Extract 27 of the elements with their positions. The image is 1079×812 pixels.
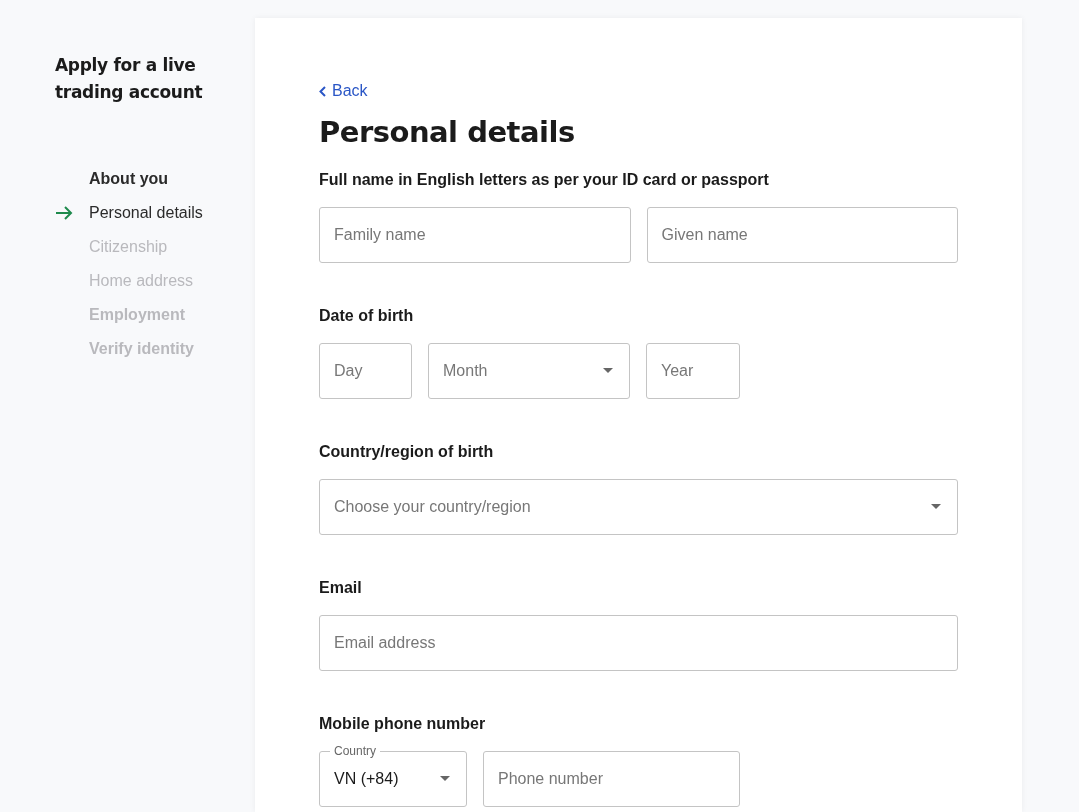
- chevron-left-icon: [319, 85, 326, 97]
- step-label: Citizenship: [89, 238, 168, 256]
- select-field[interactable]: Choose your country/region: [319, 478, 958, 535]
- field-label: Date of birth: [319, 306, 415, 325]
- step-label: Verify identity: [89, 340, 194, 358]
- input-field[interactable]: Family name: [319, 206, 631, 263]
- step-label: About you: [89, 170, 169, 188]
- step-label: Home address: [89, 272, 194, 290]
- input-field[interactable]: Email address: [319, 614, 958, 671]
- input-field[interactable]: Phone number: [483, 750, 740, 807]
- step-label: Personal details: [89, 204, 203, 222]
- sidebar-title: Apply for a live trading account: [55, 54, 204, 104]
- floating-label: Country: [330, 743, 381, 758]
- select-field[interactable]: Month: [428, 342, 630, 399]
- input-field[interactable]: Given name: [646, 206, 958, 263]
- field-label: Mobile phone number: [319, 714, 487, 733]
- field-label: Email: [319, 578, 363, 597]
- input-field[interactable]: Year: [646, 342, 740, 399]
- page-title: Personal details: [319, 114, 576, 149]
- caret-icon: [440, 776, 450, 781]
- field-label: Country/region of birth: [319, 442, 495, 461]
- caret-icon: [603, 368, 613, 373]
- input-field[interactable]: Day: [319, 342, 412, 399]
- caret-icon: [931, 504, 941, 509]
- back-link[interactable]: Back: [319, 82, 368, 100]
- step-label: Employment: [89, 306, 185, 324]
- field-label: Full name in English letters as per your ID card or passport: [319, 170, 770, 189]
